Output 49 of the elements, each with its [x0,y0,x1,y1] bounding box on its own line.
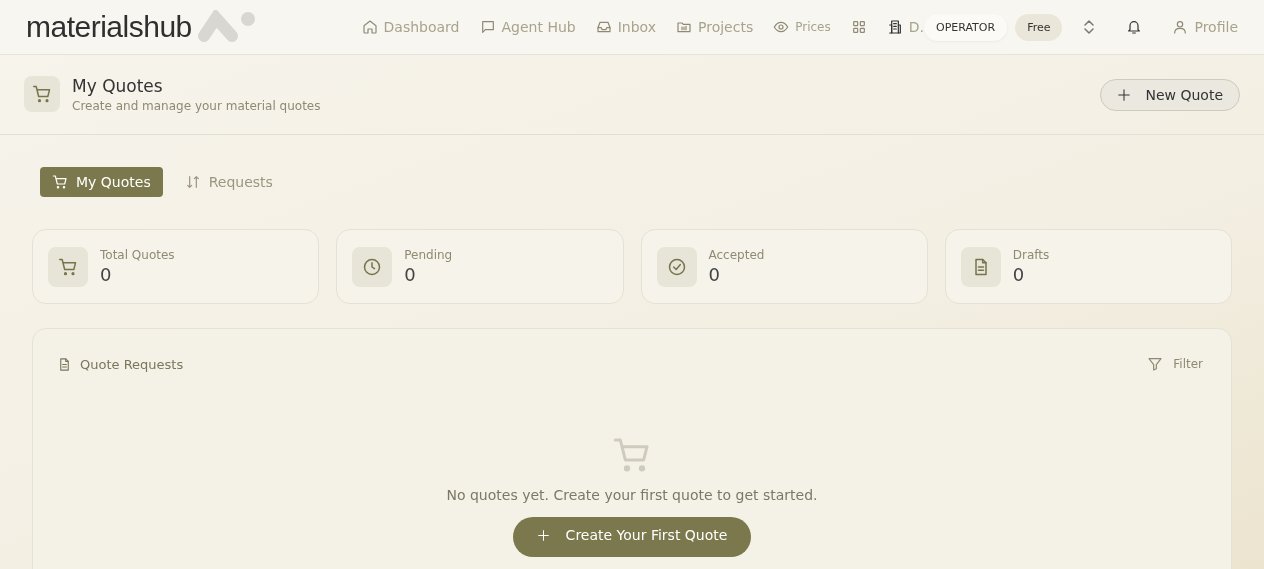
nav-link[interactable]: Dashboard [361,19,460,35]
folder-icon [676,19,692,35]
check-icon [656,246,697,287]
stat-value: 0 [708,264,721,285]
home-icon [361,19,378,35]
cart-icon [24,76,60,112]
eye-icon [773,19,790,35]
plan-badge[interactable]: Free [1015,13,1063,41]
brand-name: materialshub [26,10,192,44]
stat-label: Drafts [1012,248,1050,262]
logo-icon [195,10,258,44]
stat-value: 0 [1012,264,1026,285]
tab[interactable]: Requests [172,167,285,197]
stat-label: Accepted [708,248,765,262]
profile-link[interactable]: Profile [1172,19,1238,35]
filter-button[interactable]: Filter [1141,355,1209,373]
create-quote-button[interactable]: Create Your First Quote [512,517,752,557]
nav-link[interactable]: D. [886,19,924,35]
tab[interactable]: My Quotes [40,167,163,197]
cart-icon [52,174,68,190]
nav-link[interactable]: Prices [773,19,831,35]
new-quote-button[interactable]: New Quote [1100,78,1240,111]
document-icon [57,356,72,372]
nav-link[interactable]: Inbox [595,19,656,35]
plus-icon [1117,87,1132,102]
building-icon [886,19,903,35]
page-subtitle: Create and manage your material quotes [72,99,321,113]
clock-icon [352,246,393,287]
stat-value: 0 [404,264,417,285]
sort-icon [184,174,201,190]
stat-value: 0 [100,264,113,285]
stat-label: Total Quotes [100,248,175,262]
cart-icon [48,246,88,287]
user-icon [1172,19,1189,35]
document-icon [960,246,1001,287]
empty-message: No quotes yet. Create your first quote to get started. [446,487,818,503]
role-badge: OPERATOR [924,13,1008,41]
nav-link[interactable]: Projects [676,19,754,35]
page-title: My Quotes [72,76,164,96]
nav-link[interactable]: Agent Hub [479,19,576,35]
stat-label: Pending [404,248,453,262]
chat-icon [479,19,496,35]
inbox-icon [595,19,612,35]
filter-icon [1147,356,1164,372]
panel-title: Quote Requests [80,356,184,372]
chevrons-icon[interactable] [1082,19,1097,35]
plus-icon [536,528,550,542]
bell-icon[interactable] [1126,19,1143,35]
grid-icon[interactable] [850,19,867,35]
